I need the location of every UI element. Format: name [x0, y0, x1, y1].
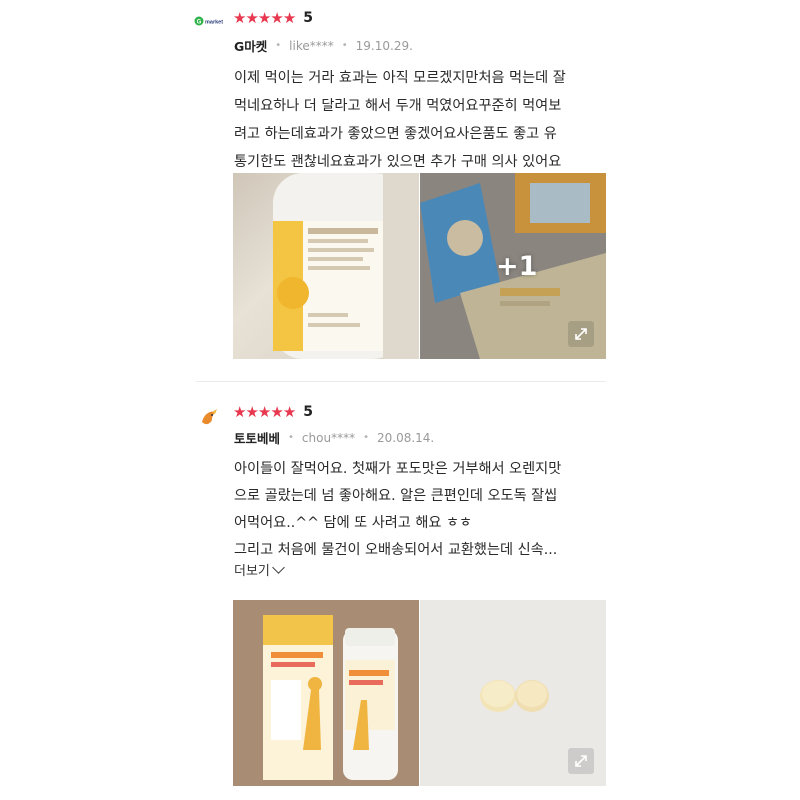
- review-text: 아이들이 잘먹어요. 첫째가 포도맛은 거부해서 오렌지맛 으로 골랐는데 넘 …: [234, 456, 614, 564]
- review-2: ★ ★ ★ ★ ★ 5 토토베베 • chou**** • 20.08.14. …: [0, 0, 800, 786]
- review-photo[interactable]: [420, 600, 606, 786]
- star-icon: ★: [233, 403, 246, 421]
- review-meta: 토토베베 • chou**** • 20.08.14.: [234, 428, 434, 447]
- product-box-photo-image: [233, 600, 419, 786]
- reviewer-id: chou****: [301, 430, 356, 445]
- more-label: 더보기: [234, 564, 270, 579]
- review-text-line: 으로 골랐는데 넘 좋아해요. 알은 큰편인데 오도독 잘씹: [234, 488, 558, 504]
- separator-dot: •: [363, 432, 369, 443]
- separator-dot: •: [288, 432, 294, 443]
- review-photo[interactable]: [233, 600, 419, 786]
- expand-icon[interactable]: [568, 748, 594, 774]
- more-button[interactable]: 더보기: [234, 560, 285, 579]
- star-icon: ★: [257, 403, 271, 421]
- review-text-line: 아이들이 잘먹어요. 첫째가 포도맛은 거부해서 오렌지맛: [234, 461, 562, 477]
- chevron-down-icon: [272, 561, 285, 574]
- rating-stars: ★ ★ ★ ★ ★ 5: [233, 404, 313, 420]
- review-text-line: 그리고 처음에 물건이 오배송되어서 교환했는데 신속...: [234, 542, 558, 558]
- seller-name: 토토베베: [234, 431, 281, 446]
- review-date: 20.08.14.: [376, 430, 435, 445]
- bird-logo-icon: [202, 409, 217, 425]
- star-icon: ★: [270, 403, 283, 421]
- star-icon: ★: [245, 403, 258, 421]
- star-icon: ★: [282, 403, 296, 421]
- review-text-line: 어먹어요..^^ 담에 또 사려고 해요 ㅎㅎ: [234, 515, 473, 531]
- rating-score: 5: [303, 404, 314, 420]
